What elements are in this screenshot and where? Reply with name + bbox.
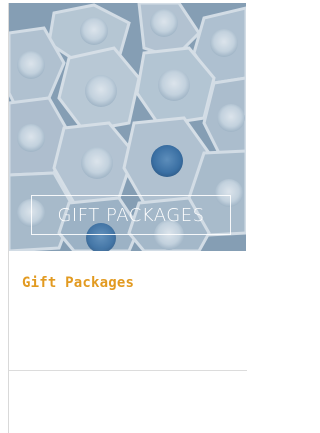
category-hero-image[interactable]: GIFT PACKAGES — [9, 3, 246, 251]
hero-label-frame[interactable]: GIFT PACKAGES — [31, 195, 231, 235]
product-category-card[interactable]: GIFT PACKAGES Gift Packages — [8, 3, 247, 433]
divider — [9, 370, 247, 371]
category-title[interactable]: Gift Packages — [22, 275, 134, 291]
hero-label[interactable]: GIFT PACKAGES — [57, 205, 204, 226]
